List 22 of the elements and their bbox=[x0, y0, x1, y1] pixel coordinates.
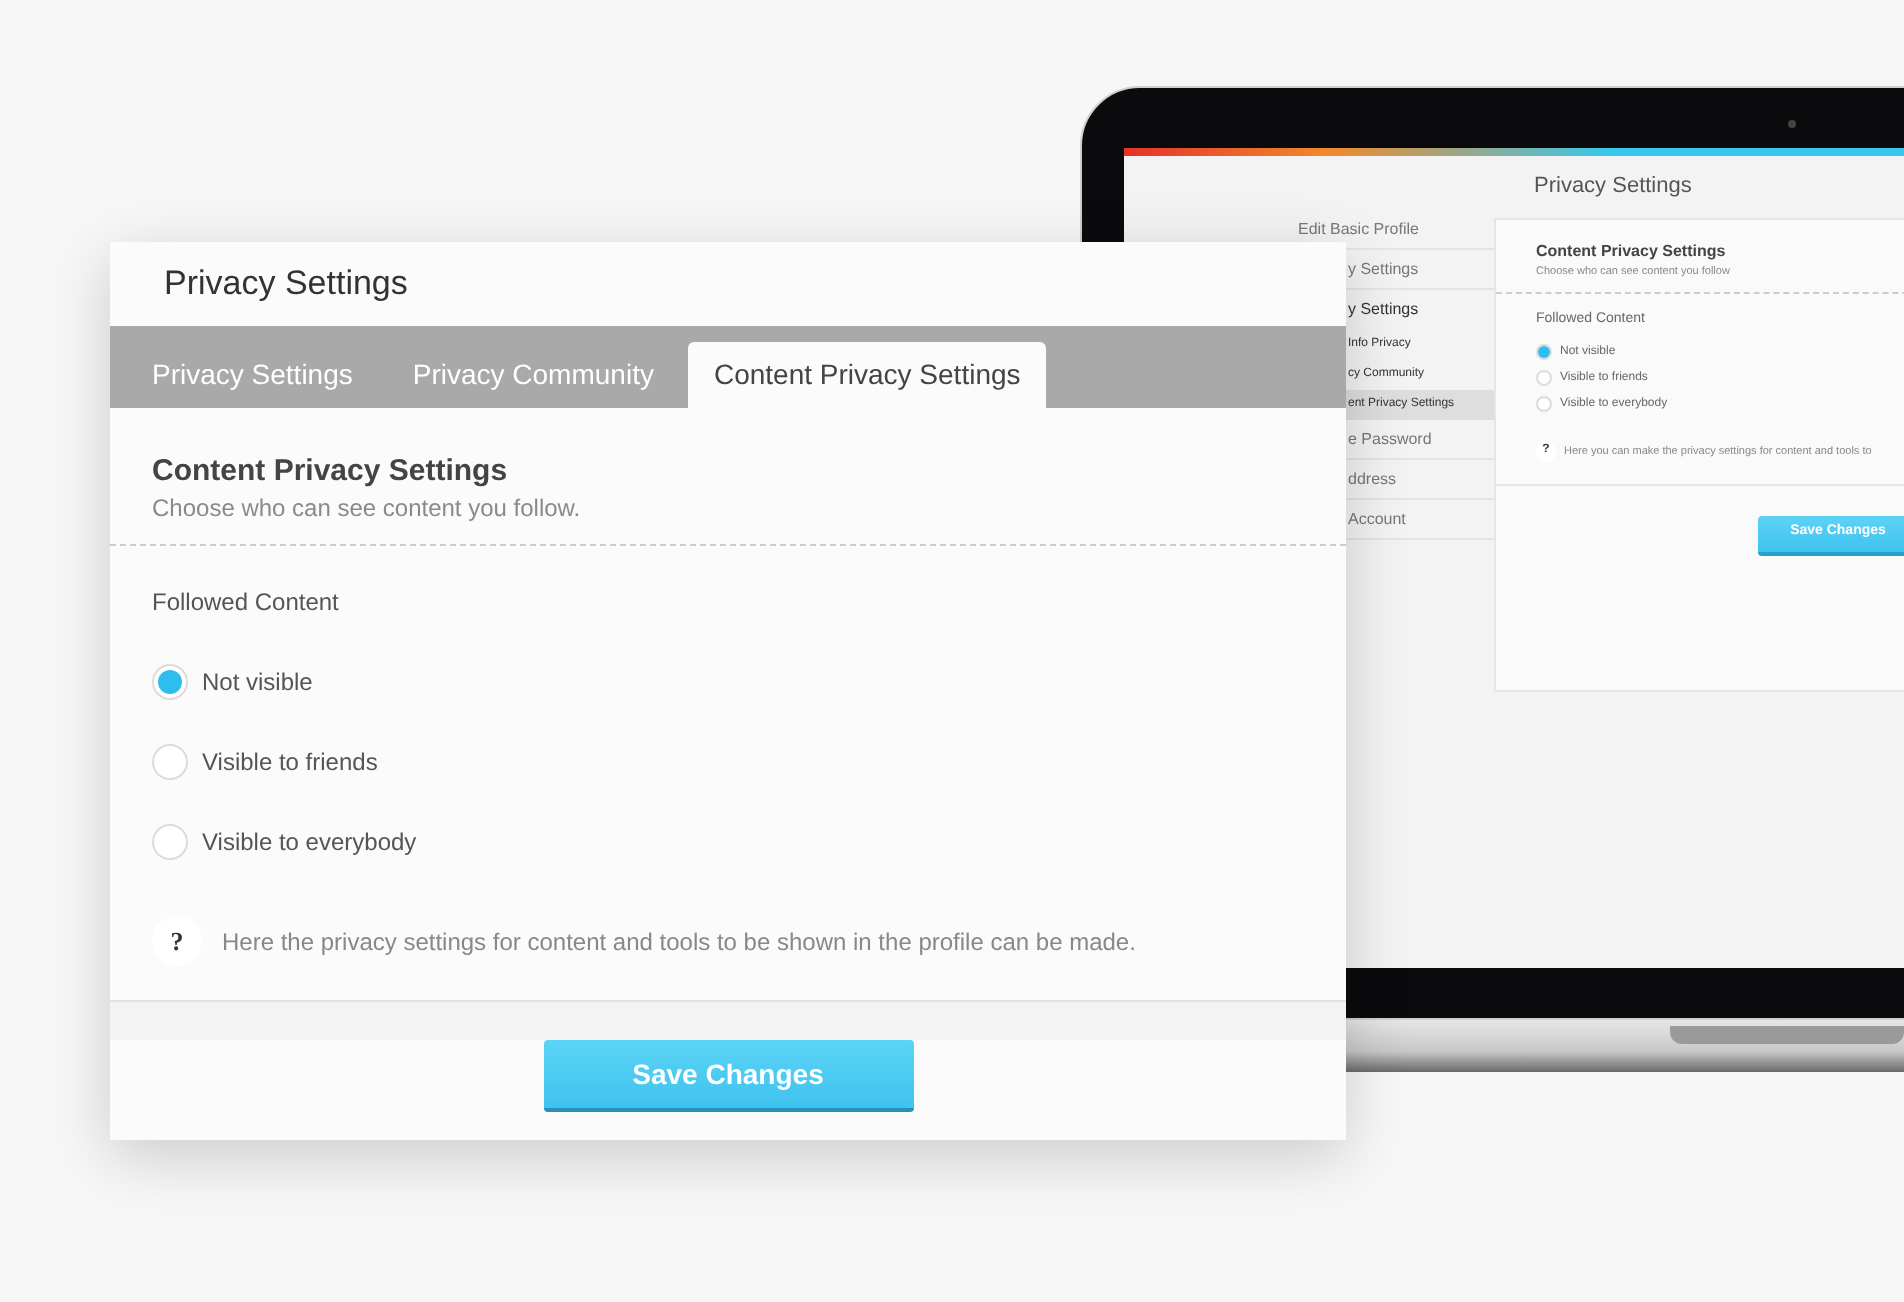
help-icon: ? bbox=[152, 916, 202, 966]
section-heading: Content Privacy Settings bbox=[152, 454, 510, 490]
radio-button[interactable] bbox=[1536, 370, 1552, 387]
save-button[interactable]: Save Changes bbox=[543, 1040, 913, 1112]
dialog-title: Privacy Settings bbox=[164, 262, 408, 307]
option-label: Not visible bbox=[202, 666, 313, 700]
option-label: Visible to everybody bbox=[202, 826, 417, 860]
section-heading: Content Privacy Settings bbox=[1536, 240, 1728, 264]
radio-button[interactable] bbox=[1536, 344, 1552, 361]
tab[interactable]: Content Privacy Settings bbox=[687, 342, 1047, 408]
camera-icon bbox=[1788, 120, 1796, 128]
radio-button[interactable] bbox=[152, 744, 188, 780]
tab[interactable]: Privacy Settings bbox=[126, 342, 379, 408]
section-subtitle: Choose who can see content you follow. bbox=[152, 492, 583, 526]
tab[interactable]: Privacy Community bbox=[386, 342, 680, 408]
group-label: Followed Content bbox=[152, 586, 341, 620]
help-text: Here the privacy settings for content and tools to be shown in the profile can be made. bbox=[222, 925, 1136, 959]
page-title: Privacy Settings bbox=[1534, 172, 1692, 203]
radio-button[interactable] bbox=[152, 664, 188, 700]
radio-button[interactable] bbox=[152, 824, 188, 860]
radio-button[interactable] bbox=[1536, 396, 1552, 413]
option-label: Visible to friends bbox=[202, 746, 378, 780]
